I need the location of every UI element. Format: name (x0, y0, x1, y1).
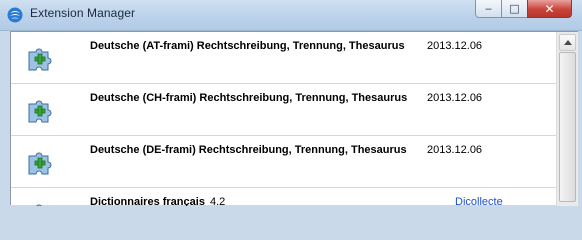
extension-row[interactable]: Deutsche (DE-frami) Rechtschreibung, Tre… (11, 136, 556, 188)
extension-version: 2013.12.06 (427, 40, 483, 52)
minimize-button[interactable]: ‒ (475, 0, 502, 18)
extension-name: Deutsche (AT-frami) Rechtschreibung, Tre… (90, 40, 405, 52)
chevron-up-icon (564, 40, 572, 45)
puzzle-piece-icon (28, 48, 52, 71)
extension-version: 4.2 (210, 196, 226, 206)
scrollbar-thumb[interactable] (559, 52, 576, 202)
minimize-icon: ‒ (485, 2, 492, 15)
scroll-up-button[interactable] (559, 34, 576, 51)
vertical-scrollbar[interactable] (556, 32, 578, 206)
extension-author-link[interactable]: Dicollecte (455, 196, 503, 206)
extension-version: 2013.12.06 (427, 92, 483, 104)
extension-list-panel: Deutsche (AT-frami) Rechtschreibung, Tre… (10, 31, 578, 206)
puzzle-piece-icon (28, 152, 52, 175)
close-button[interactable]: ✕ (527, 0, 572, 18)
puzzle-piece-icon (28, 100, 52, 123)
extension-name: Deutsche (CH-frami) Rechtschreibung, Tre… (90, 92, 408, 104)
extension-row[interactable]: Deutsche (CH-frami) Rechtschreibung, Tre… (11, 84, 556, 136)
maximize-icon: □ (509, 2, 520, 15)
close-icon: ✕ (544, 2, 555, 16)
puzzle-piece-icon (36, 204, 42, 206)
app-icon (7, 7, 23, 23)
extension-list: Deutsche (AT-frami) Rechtschreibung, Tre… (11, 32, 556, 206)
extension-row[interactable]: Dictionnaires français 4.2 Dicollecte (11, 188, 556, 206)
extension-name: Deutsche (DE-frami) Rechtschreibung, Tre… (90, 144, 407, 156)
extension-row[interactable]: Deutsche (AT-frami) Rechtschreibung, Tre… (11, 32, 556, 84)
extension-name: Dictionnaires français (90, 196, 205, 206)
title-bar: Extension Manager ‒ □ ✕ (0, 0, 582, 31)
window-title: Extension Manager (30, 6, 136, 20)
extension-version: 2013.12.06 (427, 144, 483, 156)
maximize-button[interactable]: □ (501, 0, 528, 18)
